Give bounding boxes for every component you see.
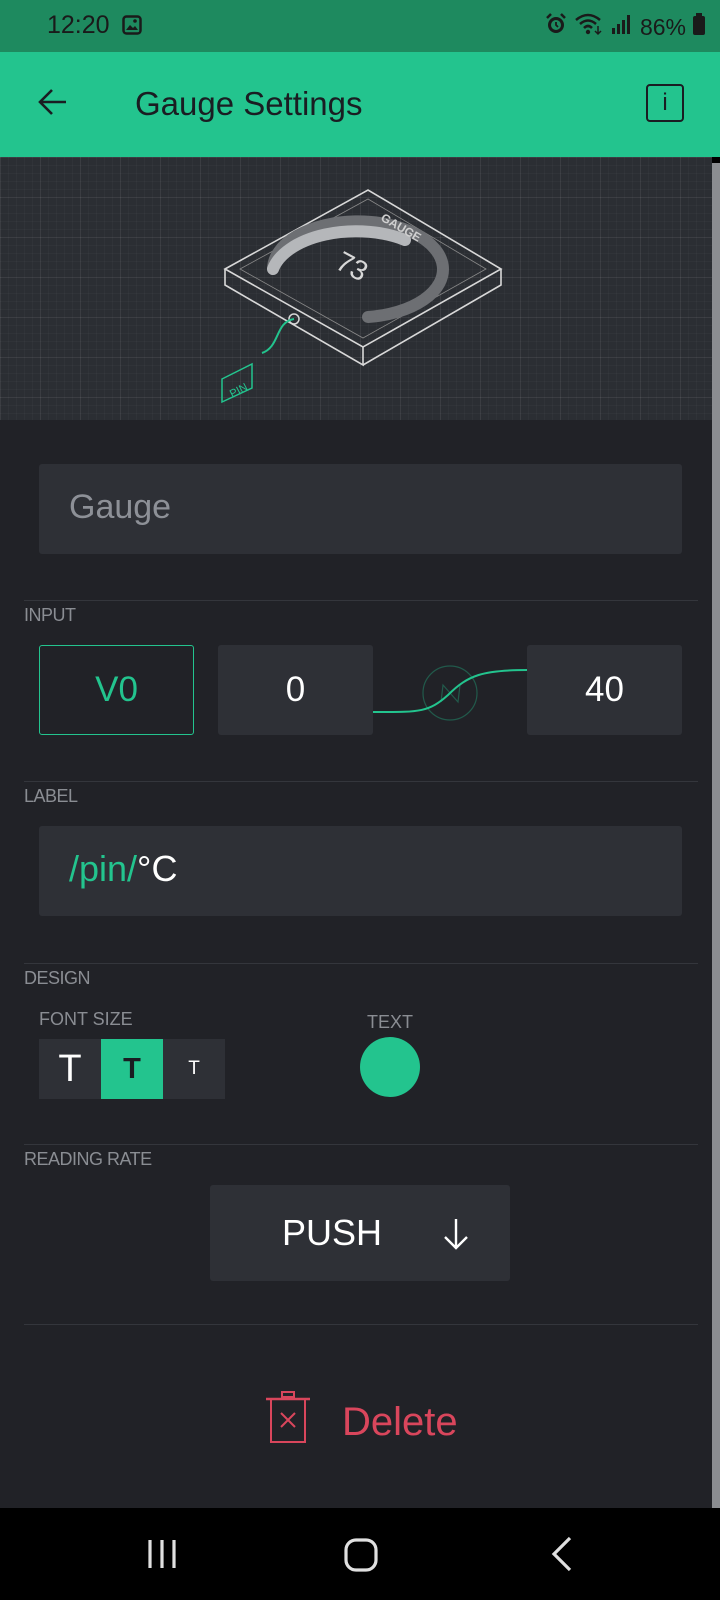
label-unit: °C bbox=[137, 848, 178, 889]
system-nav-bar bbox=[0, 1508, 720, 1600]
recent-apps-icon[interactable] bbox=[146, 1538, 178, 1575]
section-input-label: INPUT bbox=[24, 605, 76, 625]
font-size-selector: T T T bbox=[39, 1039, 225, 1099]
max-value-input[interactable]: 40 bbox=[527, 645, 682, 735]
section-reading-rate-label: READING RATE bbox=[24, 1149, 152, 1169]
page-title: Gauge Settings bbox=[135, 85, 363, 122]
font-size-title: FONT SIZE bbox=[39, 1009, 133, 1029]
back-arrow-icon[interactable] bbox=[36, 85, 70, 124]
widget-preview: GAUGE 73 PIN bbox=[0, 157, 712, 420]
font-size-small-button[interactable]: T bbox=[163, 1039, 225, 1099]
widget-name-input[interactable]: Gauge bbox=[39, 464, 682, 554]
delete-label: Delete bbox=[342, 1399, 458, 1444]
text-color-swatch[interactable] bbox=[360, 1037, 420, 1097]
section-label-label: LABEL bbox=[24, 786, 78, 806]
home-icon[interactable] bbox=[344, 1538, 378, 1577]
scrollbar[interactable] bbox=[712, 163, 720, 1508]
text-color-title: TEXT bbox=[367, 1012, 414, 1032]
battery-icon bbox=[692, 12, 706, 42]
font-size-medium-button[interactable]: T bbox=[101, 1039, 163, 1099]
status-time: 12:20 bbox=[47, 11, 110, 39]
preview-pin-tag: PIN bbox=[228, 381, 250, 400]
wifi-icon bbox=[574, 12, 604, 42]
divider bbox=[24, 1144, 698, 1145]
back-nav-icon[interactable] bbox=[550, 1536, 574, 1577]
battery-percent: 86% bbox=[639, 13, 686, 40]
divider bbox=[24, 1324, 698, 1325]
signal-icon bbox=[610, 12, 634, 42]
arrow-down-icon bbox=[442, 1217, 470, 1260]
reading-rate-value: PUSH bbox=[282, 1212, 383, 1253]
pin-selector[interactable]: V0 bbox=[39, 645, 194, 735]
app-bar: Gauge Settings i bbox=[0, 52, 720, 157]
info-button[interactable]: i bbox=[646, 84, 684, 122]
range-curve-icon bbox=[373, 665, 528, 721]
section-design-label: DESIGN bbox=[24, 968, 91, 988]
settings-panel bbox=[0, 420, 712, 1508]
image-icon bbox=[122, 15, 142, 40]
font-size-large-button[interactable]: T bbox=[39, 1039, 101, 1099]
alarm-icon bbox=[544, 12, 568, 42]
label-pin-token: /pin/ bbox=[69, 848, 138, 889]
label-input[interactable]: /pin/°C bbox=[39, 826, 682, 916]
preview-value: 73 bbox=[331, 245, 373, 287]
divider bbox=[24, 781, 698, 782]
trash-icon bbox=[264, 1390, 312, 1454]
delete-button[interactable]: Delete bbox=[264, 1390, 458, 1454]
gauge-illustration bbox=[221, 189, 503, 404]
divider bbox=[24, 963, 698, 964]
min-value-input[interactable]: 0 bbox=[218, 645, 373, 735]
status-bar: 12:20 86% bbox=[0, 0, 720, 52]
reading-rate-dropdown[interactable]: PUSH bbox=[210, 1185, 510, 1281]
divider bbox=[24, 600, 698, 601]
